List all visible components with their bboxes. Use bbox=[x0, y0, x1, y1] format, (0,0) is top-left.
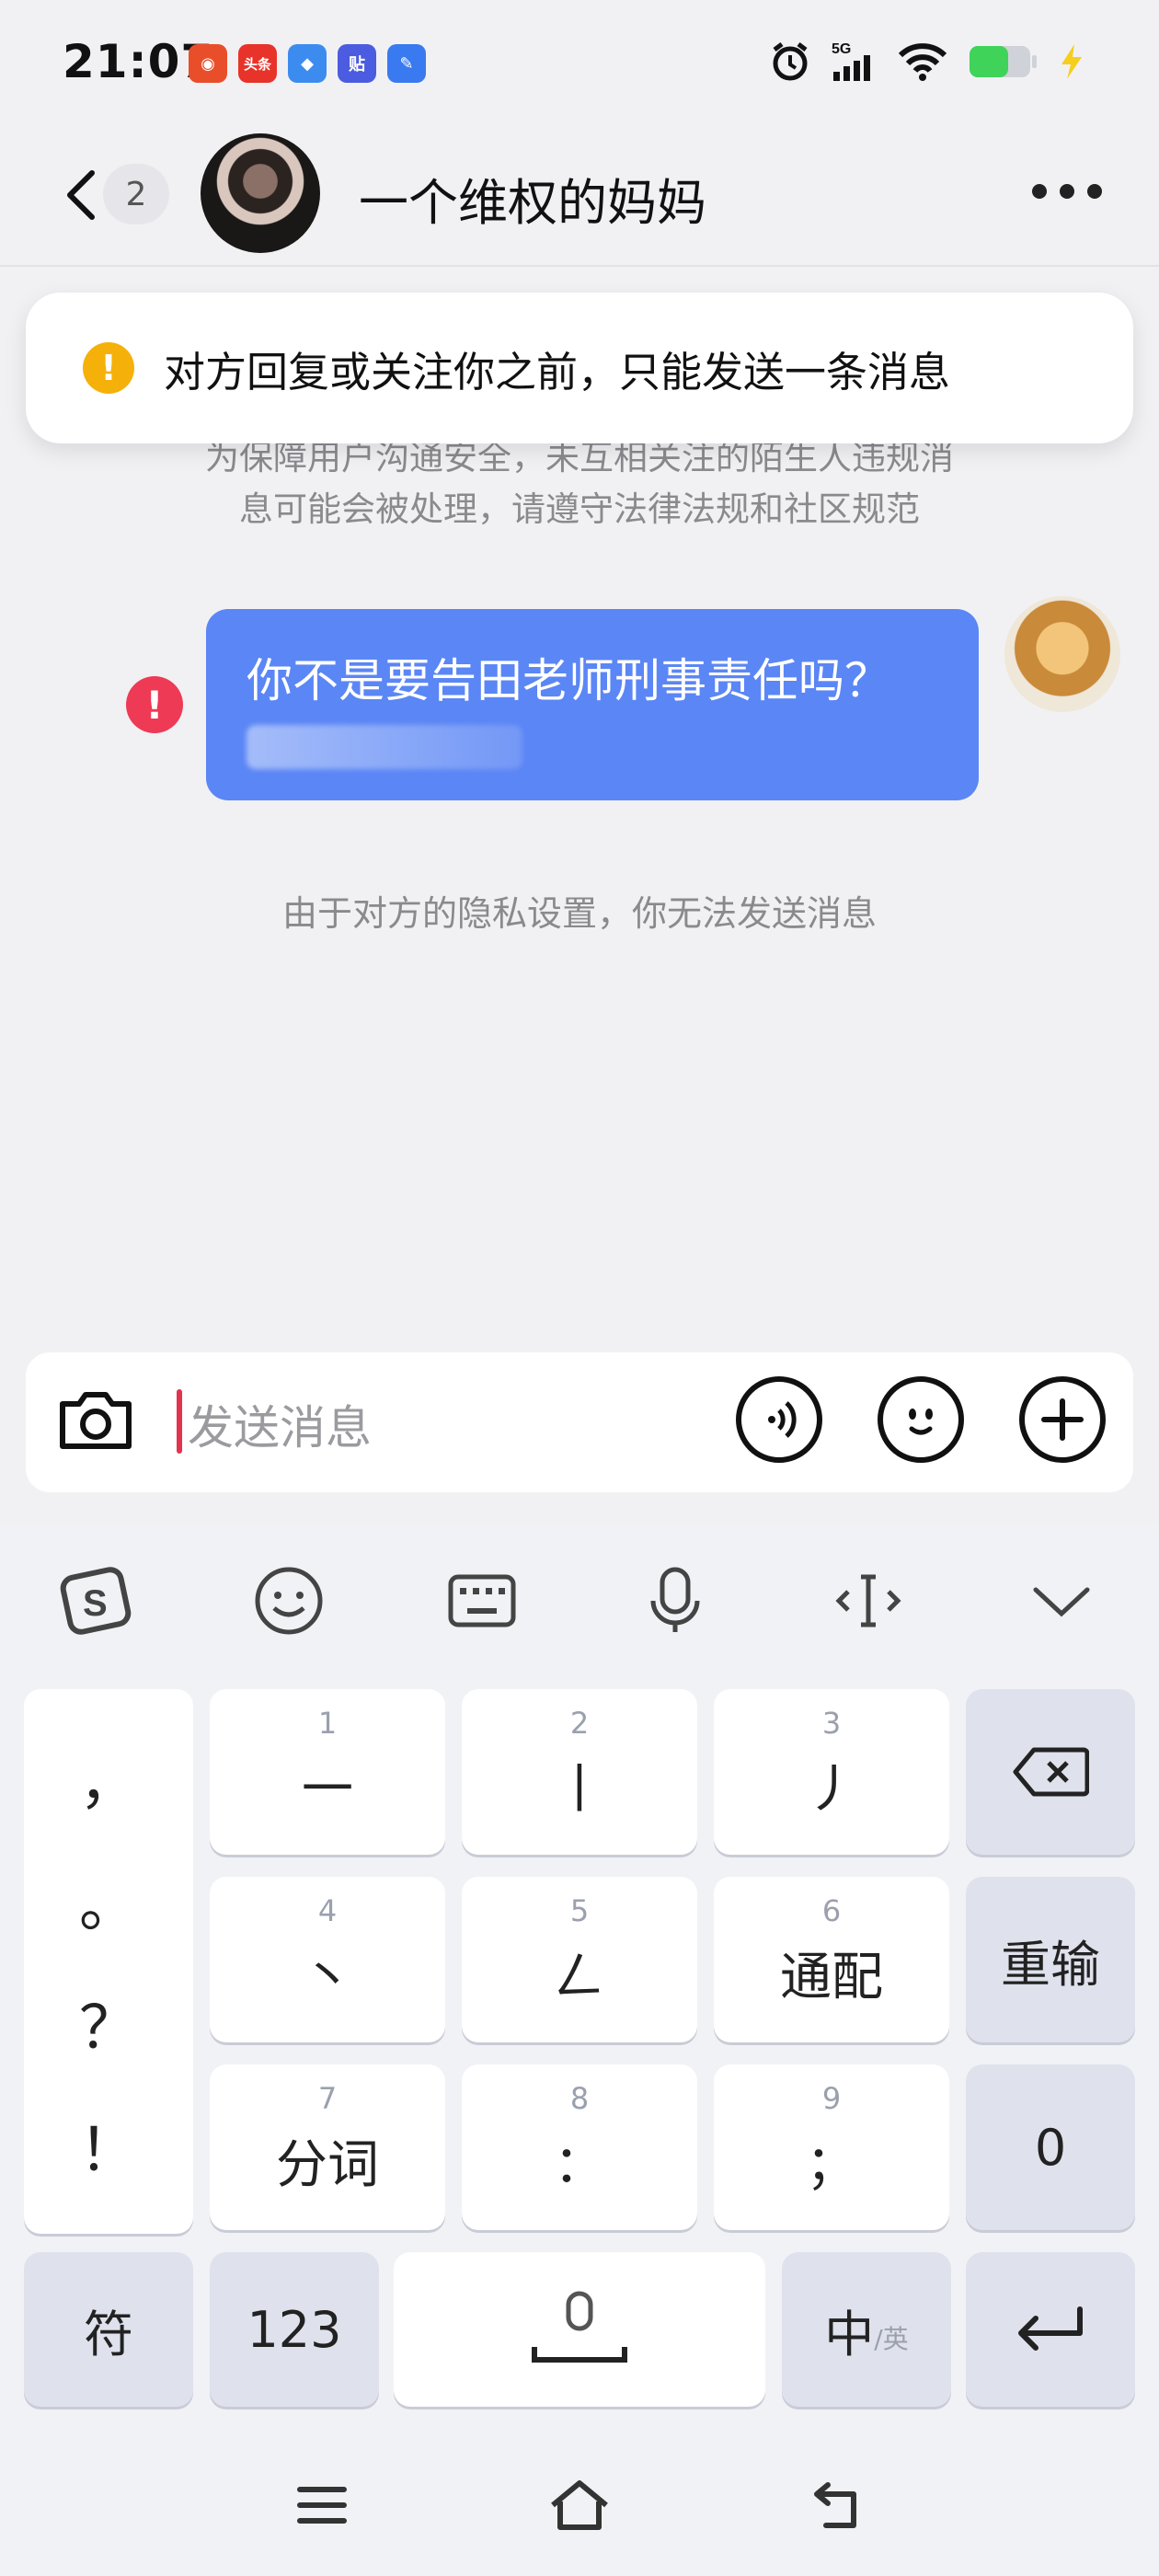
home-icon bbox=[551, 2480, 608, 2530]
my-avatar[interactable] bbox=[1004, 596, 1120, 712]
symbol-key[interactable]: 符 bbox=[24, 2252, 193, 2407]
symbol-period-key[interactable]: 。 bbox=[79, 1858, 138, 1943]
home-button[interactable] bbox=[543, 2473, 616, 2537]
safety-notice: 为保障用户沟通安全，未互相关注的陌生人违规消 息可能会被处理，请遵守法律法规和社… bbox=[129, 432, 1030, 535]
toutiao-icon: 头条 bbox=[238, 44, 277, 83]
notification-icons: ◉ 头条 ◆ 贴 ✎ bbox=[189, 44, 426, 83]
symbol-question-key[interactable]: ？ bbox=[79, 1981, 138, 2065]
dot-icon bbox=[1032, 184, 1047, 199]
voice-wave-icon bbox=[768, 1401, 797, 1438]
reinput-key[interactable]: 重输 bbox=[966, 1877, 1135, 2042]
camera-icon bbox=[60, 1392, 132, 1449]
note-icon: ✎ bbox=[387, 44, 426, 83]
recent-apps-button[interactable] bbox=[285, 2473, 359, 2537]
peer-avatar[interactable] bbox=[201, 133, 320, 253]
emoji-keyboard-icon[interactable] bbox=[252, 1564, 326, 1638]
language-sub-label: /英 bbox=[874, 2324, 909, 2354]
key-4[interactable]: 4丶 bbox=[210, 1877, 445, 2042]
warning-icon: ! bbox=[83, 342, 134, 394]
space-mic-icon bbox=[532, 2291, 627, 2363]
message-bubble[interactable]: 你不是要告田老师刑事责任吗？ bbox=[206, 609, 979, 800]
add-attachment-button[interactable] bbox=[1019, 1376, 1106, 1463]
alarm-icon bbox=[769, 40, 811, 83]
chevron-left-icon bbox=[67, 170, 95, 220]
header-divider bbox=[0, 265, 1159, 267]
alipay-icon: ◆ bbox=[288, 44, 327, 83]
svg-text:S: S bbox=[83, 1583, 108, 1624]
keyboard-toolbar: S bbox=[0, 1564, 1159, 1638]
message-input[interactable]: 发送消息 bbox=[188, 1391, 372, 1457]
signal-5g-icon: 5G bbox=[832, 40, 878, 83]
charging-icon bbox=[1058, 40, 1085, 83]
back-button[interactable] bbox=[55, 158, 110, 232]
language-switch-key[interactable]: 中 /英 bbox=[782, 2252, 951, 2407]
privacy-notice: 由于对方的隐私设置，你无法发送消息 bbox=[281, 893, 877, 934]
voice-message-button[interactable] bbox=[736, 1376, 822, 1463]
collapse-keyboard-icon[interactable] bbox=[1025, 1564, 1098, 1638]
symbol-column[interactable]: ， 。 ？ ！ bbox=[24, 1689, 193, 2234]
toast-text: 对方回复或关注你之前，只能发送一条消息 bbox=[164, 347, 951, 397]
enter-key[interactable] bbox=[966, 2252, 1135, 2407]
send-failed-icon[interactable]: ! bbox=[126, 676, 183, 733]
cursor-move-icon[interactable] bbox=[832, 1564, 905, 1638]
key-3[interactable]: 3丿 bbox=[714, 1689, 949, 1855]
tieba-icon: 贴 bbox=[338, 44, 376, 83]
key-5[interactable]: 5𠃋 bbox=[462, 1877, 697, 2042]
safety-notice-line: 息可能会被处理，请遵守法律法规和社区规范 bbox=[239, 489, 920, 529]
key-8[interactable]: 8： bbox=[462, 2064, 697, 2230]
symbol-exclaim-key[interactable]: ！ bbox=[79, 2103, 138, 2188]
menu-icon bbox=[297, 2487, 347, 2524]
peer-name[interactable]: 一个维权的妈妈 bbox=[359, 162, 706, 235]
battery-icon bbox=[968, 40, 1038, 83]
system-back-button[interactable] bbox=[800, 2473, 874, 2537]
key-2[interactable]: 2丨 bbox=[462, 1689, 697, 1855]
sogou-logo-icon[interactable]: S bbox=[59, 1564, 132, 1638]
wifi-icon bbox=[898, 40, 947, 83]
backspace-key[interactable] bbox=[966, 1689, 1135, 1855]
smiley-icon bbox=[909, 1409, 933, 1435]
enter-icon bbox=[1018, 2306, 1083, 2351]
more-options-button[interactable] bbox=[1032, 184, 1102, 199]
symbol-comma-key[interactable]: ， bbox=[79, 1736, 138, 1821]
key-1[interactable]: 1一 bbox=[210, 1689, 445, 1855]
back-arrow-icon bbox=[814, 2482, 856, 2528]
space-key[interactable] bbox=[394, 2252, 765, 2407]
dot-icon bbox=[1060, 184, 1074, 199]
keyboard-switch-icon[interactable] bbox=[445, 1564, 519, 1638]
backspace-icon bbox=[1013, 1747, 1089, 1797]
text-cursor bbox=[177, 1389, 182, 1454]
system-status-icons: 5G bbox=[769, 40, 1085, 83]
key-7[interactable]: 7 分词 bbox=[210, 2064, 445, 2230]
key-9[interactable]: 9； bbox=[714, 2064, 949, 2230]
emoji-button[interactable] bbox=[878, 1376, 964, 1463]
unread-count-badge[interactable]: 2 bbox=[103, 164, 169, 224]
number-key[interactable]: 123 bbox=[210, 2252, 379, 2407]
svg-text:5G: 5G bbox=[832, 41, 851, 57]
limit-toast: ! 对方回复或关注你之前，只能发送一条消息 bbox=[26, 293, 1133, 443]
weibo-icon: ◉ bbox=[189, 44, 227, 83]
dot-icon bbox=[1087, 184, 1102, 199]
microphone-icon[interactable] bbox=[638, 1564, 712, 1638]
camera-button[interactable] bbox=[53, 1376, 138, 1461]
message-text: 你不是要告田老师刑事责任吗？ bbox=[247, 654, 890, 707]
blurred-message-line bbox=[247, 725, 522, 769]
key-6[interactable]: 6 通配 bbox=[714, 1877, 949, 2042]
zero-key[interactable]: 0 bbox=[966, 2064, 1135, 2230]
plus-icon bbox=[1041, 1398, 1084, 1441]
